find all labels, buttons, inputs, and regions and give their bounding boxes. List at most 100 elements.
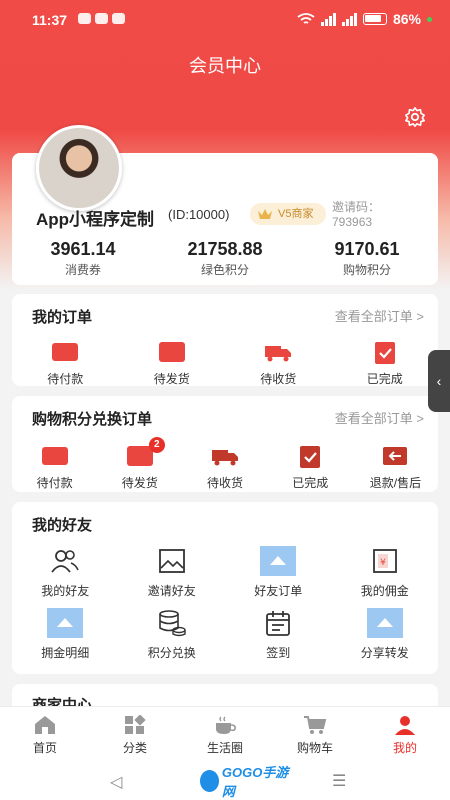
- order-label: 待付款: [36, 476, 73, 490]
- grid-label: 积分兑换: [147, 646, 196, 660]
- signal-4g-icon: [320, 12, 336, 26]
- grid-label: 我的好友: [41, 584, 90, 598]
- clipboard-check-icon: [300, 446, 321, 468]
- grid-label: 邀请好友: [147, 584, 196, 598]
- users-icon: [51, 550, 79, 573]
- stats-row: 3961.14 消费券 21758.88 绿色积分 9170.61 购物积分: [12, 239, 438, 278]
- gear-icon[interactable]: [404, 106, 426, 128]
- order-label: 待收货: [260, 372, 297, 386]
- status-time: 11:37: [32, 12, 68, 28]
- chevron-left-icon: ‹: [436, 373, 442, 389]
- grid-label: 拥金明细: [41, 646, 90, 660]
- tab-life-circle[interactable]: 生活圈: [180, 707, 270, 762]
- crown-icon: [258, 209, 272, 219]
- points-order-refund[interactable]: 退款/售后: [353, 444, 438, 491]
- commission-detail-item[interactable]: 拥金明细: [12, 608, 119, 661]
- count-badge: 2: [148, 437, 165, 453]
- order-pending-receipt[interactable]: 待收货: [225, 340, 332, 387]
- status-bar: 11:37 86%: [0, 0, 450, 40]
- stat-green-points[interactable]: 21758.88 绿色积分: [154, 239, 296, 278]
- friend-orders-item[interactable]: 好友订单: [225, 546, 332, 599]
- box-icon: 2: [126, 437, 165, 466]
- invite-friends-item[interactable]: 邀请好友: [119, 546, 226, 599]
- stat-label: 绿色积分: [200, 263, 249, 277]
- profile-card: App小程序定制 (ID:10000) V5商家 邀请码： 793963 396…: [12, 125, 438, 285]
- stat-label: 消费券: [64, 263, 101, 277]
- image-placeholder-icon: [47, 608, 84, 638]
- stat-label: 购物积分: [342, 263, 391, 277]
- back-triangle-icon[interactable]: ◁: [110, 772, 122, 792]
- order-label: 待付款: [47, 372, 84, 386]
- order-pending-payment[interactable]: 待付款: [12, 340, 119, 387]
- tab-label: 购物车: [296, 741, 333, 755]
- view-all-points-orders-link[interactable]: 查看全部订单 >: [335, 408, 424, 427]
- image-frame-icon: [158, 549, 185, 573]
- calendar-icon: [266, 611, 291, 636]
- points-order-completed[interactable]: 已完成: [268, 444, 353, 491]
- invite-code[interactable]: 邀请码： 793963: [332, 200, 380, 230]
- stat-value: 21758.88: [187, 239, 263, 259]
- tab-category[interactable]: 分类: [90, 707, 180, 762]
- share-item[interactable]: 分享转发: [332, 608, 439, 661]
- cart-icon: [304, 716, 327, 734]
- level-badge-text: V5商家: [278, 207, 314, 220]
- database-icon: [158, 610, 186, 637]
- points-exchange-item[interactable]: 积分兑换: [119, 608, 226, 661]
- grid-label: 签到: [266, 646, 291, 660]
- side-expand-tab[interactable]: ‹: [428, 350, 450, 412]
- sign-in-item[interactable]: 签到: [225, 608, 332, 661]
- view-all-orders-link[interactable]: 查看全部订单 >: [335, 306, 424, 325]
- image-placeholder-icon: [366, 608, 403, 638]
- grid-label: 我的佣金: [360, 584, 409, 598]
- wallet-icon: [52, 343, 79, 361]
- user-icon: [395, 716, 415, 735]
- user-id: (ID:10000): [168, 207, 230, 222]
- friends-card: 我的好友 我的好友 邀请好友 好友订单 ¥ 我的佣金 拥金明细 积分兑换 签到 …: [12, 502, 438, 674]
- tab-cart[interactable]: 购物车: [270, 707, 360, 762]
- user-name: App小程序定制: [36, 210, 155, 229]
- points-order-pending-payment[interactable]: 待付款: [12, 444, 97, 491]
- truck-icon: [212, 450, 238, 466]
- category-icon: [125, 715, 146, 734]
- orders-row: 待付款 待发货 待收货 已完成: [12, 340, 438, 387]
- tab-mine[interactable]: 我的: [360, 707, 450, 762]
- tab-label: 我的: [392, 741, 417, 755]
- menu-lines-icon[interactable]: ☰: [332, 771, 346, 791]
- avatar[interactable]: [36, 125, 122, 211]
- order-label: 待收货: [207, 476, 244, 490]
- points-order-pending-receipt[interactable]: 待收货: [182, 444, 267, 491]
- svg-text:¥: ¥: [380, 558, 386, 568]
- orders-title: 我的订单: [32, 309, 93, 326]
- points-orders-row: 待付款 2 待发货 待收货 已完成 退款/售后: [12, 437, 438, 491]
- friends-row-1: 我的好友 邀请好友 好友订单 ¥ 我的佣金: [12, 546, 438, 599]
- money-icon: ¥: [372, 549, 397, 573]
- level-badge: V5商家: [250, 203, 326, 225]
- order-label: 退款/售后: [369, 476, 422, 490]
- truck-icon: [265, 346, 292, 362]
- order-completed[interactable]: 已完成: [332, 340, 439, 387]
- invite-label: 邀请码：: [332, 200, 381, 214]
- tab-home[interactable]: 首页: [0, 707, 90, 762]
- tab-label: 生活圈: [206, 741, 243, 755]
- order-label: 待发货: [121, 476, 158, 490]
- clipboard-check-icon: [374, 342, 395, 364]
- grid-label: 分享转发: [360, 646, 409, 660]
- grid-label: 好友订单: [254, 584, 303, 598]
- battery-percent: 86%: [392, 11, 421, 27]
- stat-shopping-points[interactable]: 9170.61 购物积分: [296, 239, 438, 278]
- points-order-pending-shipment[interactable]: 2 待发货: [97, 437, 182, 491]
- bottom-tab-bar: 首页 分类 生活圈 购物车 我的: [0, 706, 450, 762]
- watermark-logo-icon: [200, 770, 219, 792]
- my-friends-item[interactable]: 我的好友: [12, 546, 119, 599]
- stat-value: 9170.61: [334, 239, 400, 259]
- invite-value: 793963: [332, 215, 373, 229]
- stat-coupon[interactable]: 3961.14 消费券: [12, 239, 154, 278]
- image-placeholder-icon: [260, 546, 297, 576]
- my-commission-item[interactable]: ¥ 我的佣金: [332, 546, 439, 599]
- signal-5g-icon: [341, 12, 357, 26]
- order-pending-shipment[interactable]: 待发货: [119, 340, 226, 387]
- status-right: 86%: [297, 11, 432, 27]
- refund-icon: [383, 447, 408, 465]
- watermark-text: GOGO手游网: [221, 765, 289, 799]
- battery-icon: [362, 13, 387, 25]
